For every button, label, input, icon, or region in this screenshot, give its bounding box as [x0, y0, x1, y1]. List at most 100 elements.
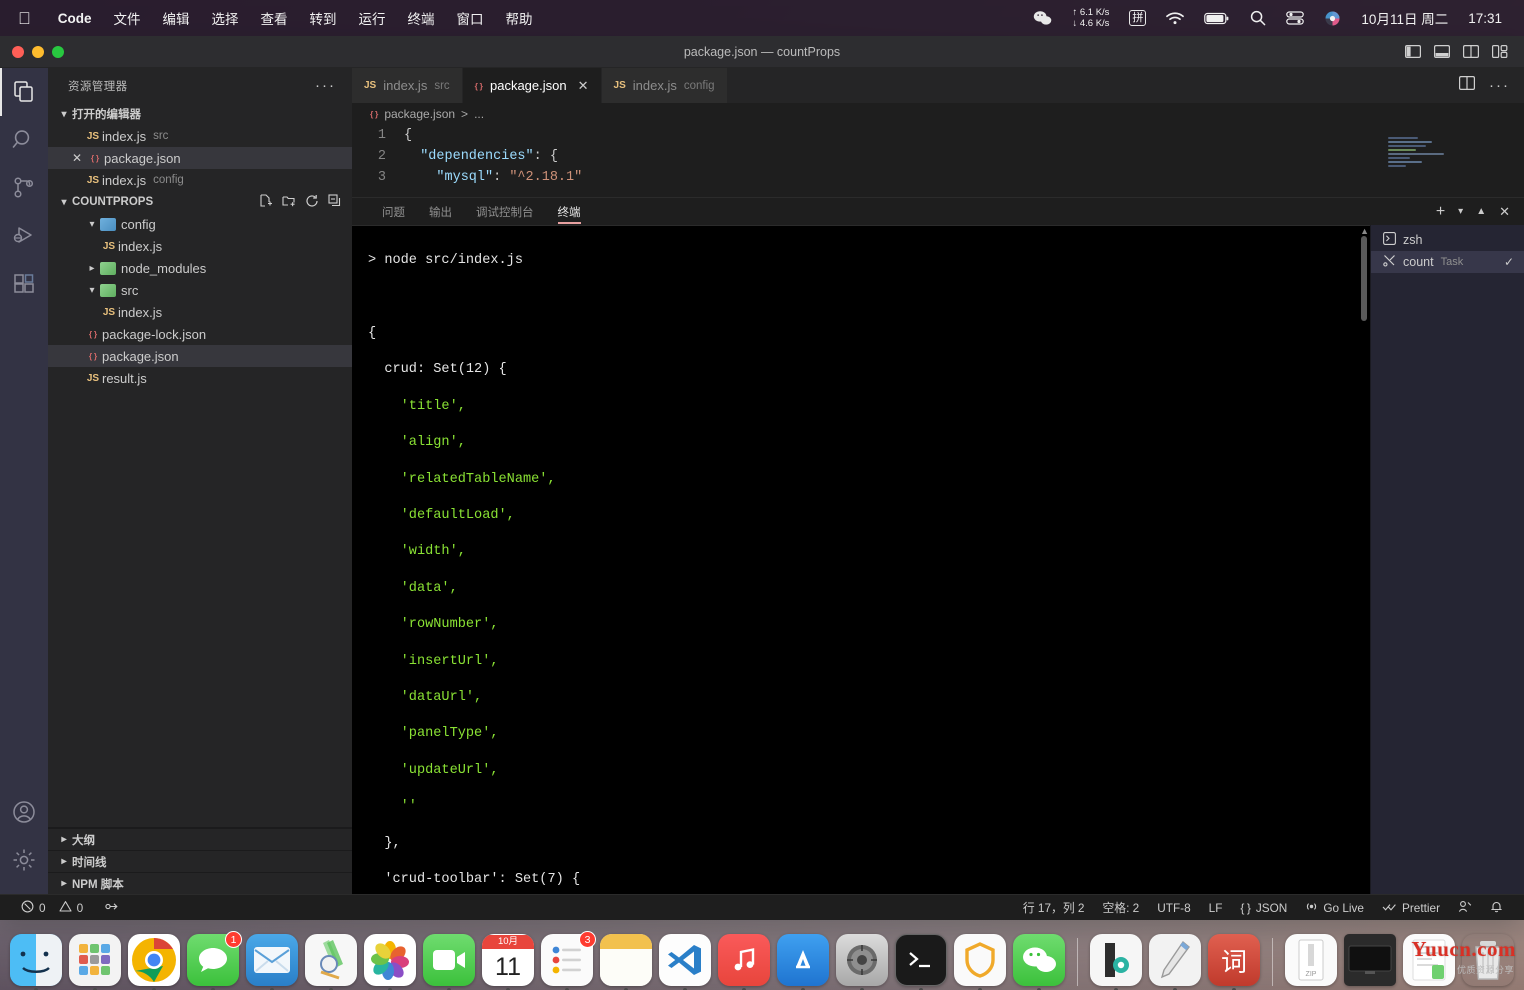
dock-item-vscode[interactable]	[659, 934, 711, 990]
dock-item-app-store[interactable]	[777, 934, 829, 990]
dock-item-dictionary[interactable]: 词	[1208, 934, 1260, 990]
minimize-window-button[interactable]	[32, 45, 44, 58]
panel-tab-problems[interactable]: 问题	[370, 198, 417, 226]
code-editor[interactable]: 1 { 2 "dependencies": { 3 "mysql": "^2.1…	[352, 125, 1524, 197]
status-language-mode[interactable]: { } JSON	[1231, 901, 1296, 915]
toggle-primary-sidebar-icon[interactable]	[1405, 45, 1422, 59]
menu-item-view[interactable]: 查看	[250, 8, 299, 28]
maximize-window-button[interactable]	[52, 45, 64, 58]
tree-folder-src[interactable]: ▾ src	[48, 279, 352, 301]
siri-icon[interactable]	[1314, 10, 1351, 27]
tree-file-config-index[interactable]: JS index.js	[48, 235, 352, 257]
add-terminal-icon[interactable]: +	[1436, 203, 1445, 219]
tree-file-package-json[interactable]: { } package.json	[48, 345, 352, 367]
tab-package-json[interactable]: { } package.json ✕	[462, 68, 602, 103]
dock-item-reminders[interactable]: 3	[541, 931, 596, 990]
section-npm-scripts[interactable]: ▸ NPM 脚本	[48, 872, 352, 894]
tree-folder-node-modules[interactable]: ▸ node_modules	[48, 257, 352, 279]
section-timeline[interactable]: ▸ 时间线	[48, 850, 352, 872]
editor-minimap[interactable]	[1380, 125, 1524, 197]
tree-file-result-js[interactable]: JS result.js	[48, 367, 352, 389]
toggle-secondary-sidebar-icon[interactable]	[1463, 45, 1480, 59]
dock-item-mail[interactable]	[246, 934, 298, 990]
status-prettier[interactable]: Prettier	[1373, 900, 1449, 916]
tree-file-package-lock[interactable]: { } package-lock.json	[48, 323, 352, 345]
open-editor-package-json[interactable]: ✕ { } package.json	[48, 147, 352, 169]
panel-tab-debug-console[interactable]: 调试控制台	[464, 198, 546, 226]
status-feedback[interactable]	[1449, 900, 1481, 916]
close-panel-icon[interactable]: ✕	[1499, 204, 1510, 220]
dock-item-screenshot-tool[interactable]	[305, 934, 357, 990]
tab-index-js-config[interactable]: JS index.js config	[601, 68, 728, 103]
tree-file-src-index[interactable]: JS index.js	[48, 301, 352, 323]
customize-layout-icon[interactable]	[1492, 45, 1508, 59]
split-editor-icon[interactable]	[1459, 76, 1476, 95]
section-project-countprops[interactable]: ▾ COUNTPROPS	[48, 191, 352, 213]
tab-index-js-src[interactable]: JS index.js src	[352, 68, 463, 103]
menu-app-name[interactable]: Code	[47, 11, 103, 26]
dock-item-wechat[interactable]	[1013, 934, 1065, 990]
wifi-icon[interactable]	[1156, 11, 1194, 25]
menu-item-terminal[interactable]: 终端	[397, 8, 446, 28]
editor-more-actions-icon[interactable]: ···	[1489, 78, 1510, 93]
menu-item-go[interactable]: 转到	[299, 8, 348, 28]
dock-item-notes[interactable]	[600, 934, 652, 990]
terminal-output[interactable]: > node src/index.js { crud: Set(12) { 't…	[352, 226, 1370, 894]
toggle-panel-icon[interactable]	[1434, 45, 1451, 59]
terminal-scroll-up-icon[interactable]: ▲	[1360, 226, 1369, 236]
terminal-list-item-zsh[interactable]: zsh	[1371, 229, 1524, 251]
dock-item-downloads-stack[interactable]: ZIP	[1285, 934, 1337, 986]
dock-item-podcast[interactable]	[1090, 934, 1142, 990]
activity-item-settings[interactable]	[0, 836, 48, 884]
status-cursor-position[interactable]: 行 17，列 2	[1014, 899, 1094, 916]
activity-item-explorer[interactable]	[0, 68, 48, 116]
status-indentation[interactable]: 空格: 2	[1094, 899, 1149, 916]
menu-item-selection[interactable]: 选择	[201, 8, 250, 28]
panel-tab-terminal[interactable]: 终端	[546, 198, 593, 226]
menu-item-help[interactable]: 帮助	[495, 8, 544, 28]
menu-item-edit[interactable]: 编辑	[152, 8, 201, 28]
close-window-button[interactable]	[12, 45, 24, 58]
menu-item-window[interactable]: 窗口	[446, 8, 495, 28]
tab-close-icon[interactable]: ✕	[578, 78, 589, 94]
activity-item-accounts[interactable]	[0, 788, 48, 836]
status-ports[interactable]	[96, 900, 129, 916]
menu-item-run[interactable]: 运行	[348, 8, 397, 28]
dock-item-sketch-pen[interactable]	[1149, 934, 1201, 990]
maximize-panel-icon[interactable]: ▲	[1476, 206, 1486, 217]
activity-item-run-and-debug[interactable]	[0, 212, 48, 260]
terminal-view[interactable]: > node src/index.js { crud: Set(12) { 't…	[352, 225, 1370, 894]
section-outline[interactable]: ▸ 大纲	[48, 828, 352, 850]
terminal-scrollbar[interactable]	[1361, 236, 1367, 321]
open-editor-index-src[interactable]: JS index.js src	[48, 125, 352, 147]
menu-item-file[interactable]: 文件	[103, 8, 152, 28]
status-encoding[interactable]: UTF-8	[1148, 901, 1199, 915]
control-center-icon[interactable]	[1276, 11, 1314, 25]
dock-item-terminal[interactable]	[895, 934, 947, 990]
dock-item-system-preferences[interactable]	[836, 934, 888, 990]
close-icon[interactable]: ✕	[68, 151, 86, 165]
dock-item-calendar[interactable]: 10月 11	[482, 934, 534, 990]
dock-item-chrome[interactable]	[128, 934, 180, 990]
activity-item-source-control[interactable]	[0, 164, 48, 212]
dock-item-music[interactable]	[718, 934, 770, 990]
dock-item-shield-app[interactable]	[954, 934, 1006, 990]
collapse-all-icon[interactable]	[328, 193, 342, 211]
menubar-clock[interactable]: 17:31	[1458, 11, 1512, 26]
dock-item-facetime[interactable]	[423, 934, 475, 990]
sidebar-more-actions-icon[interactable]: ···	[315, 77, 344, 94]
breadcrumb-file[interactable]: package.json	[384, 107, 455, 121]
open-editor-index-config[interactable]: JS index.js config	[48, 169, 352, 191]
input-method-indicator[interactable]: 拼	[1119, 10, 1156, 26]
dock-item-messages[interactable]: 1	[187, 931, 242, 990]
menubar-date[interactable]: 10月11日 周二	[1351, 8, 1458, 28]
terminal-list-item-count-task[interactable]: count Task ✓	[1371, 251, 1524, 273]
status-eol[interactable]: LF	[1200, 901, 1232, 915]
section-open-editors[interactable]: ▾ 打开的编辑器	[48, 103, 352, 125]
dock-item-photos[interactable]	[364, 934, 416, 990]
wechat-icon[interactable]	[1023, 10, 1062, 26]
activity-item-extensions[interactable]	[0, 260, 48, 308]
apple-logo-icon[interactable]: 	[18, 10, 31, 27]
status-errors[interactable]: 0	[12, 900, 55, 916]
dock-item-finder[interactable]	[10, 934, 62, 990]
